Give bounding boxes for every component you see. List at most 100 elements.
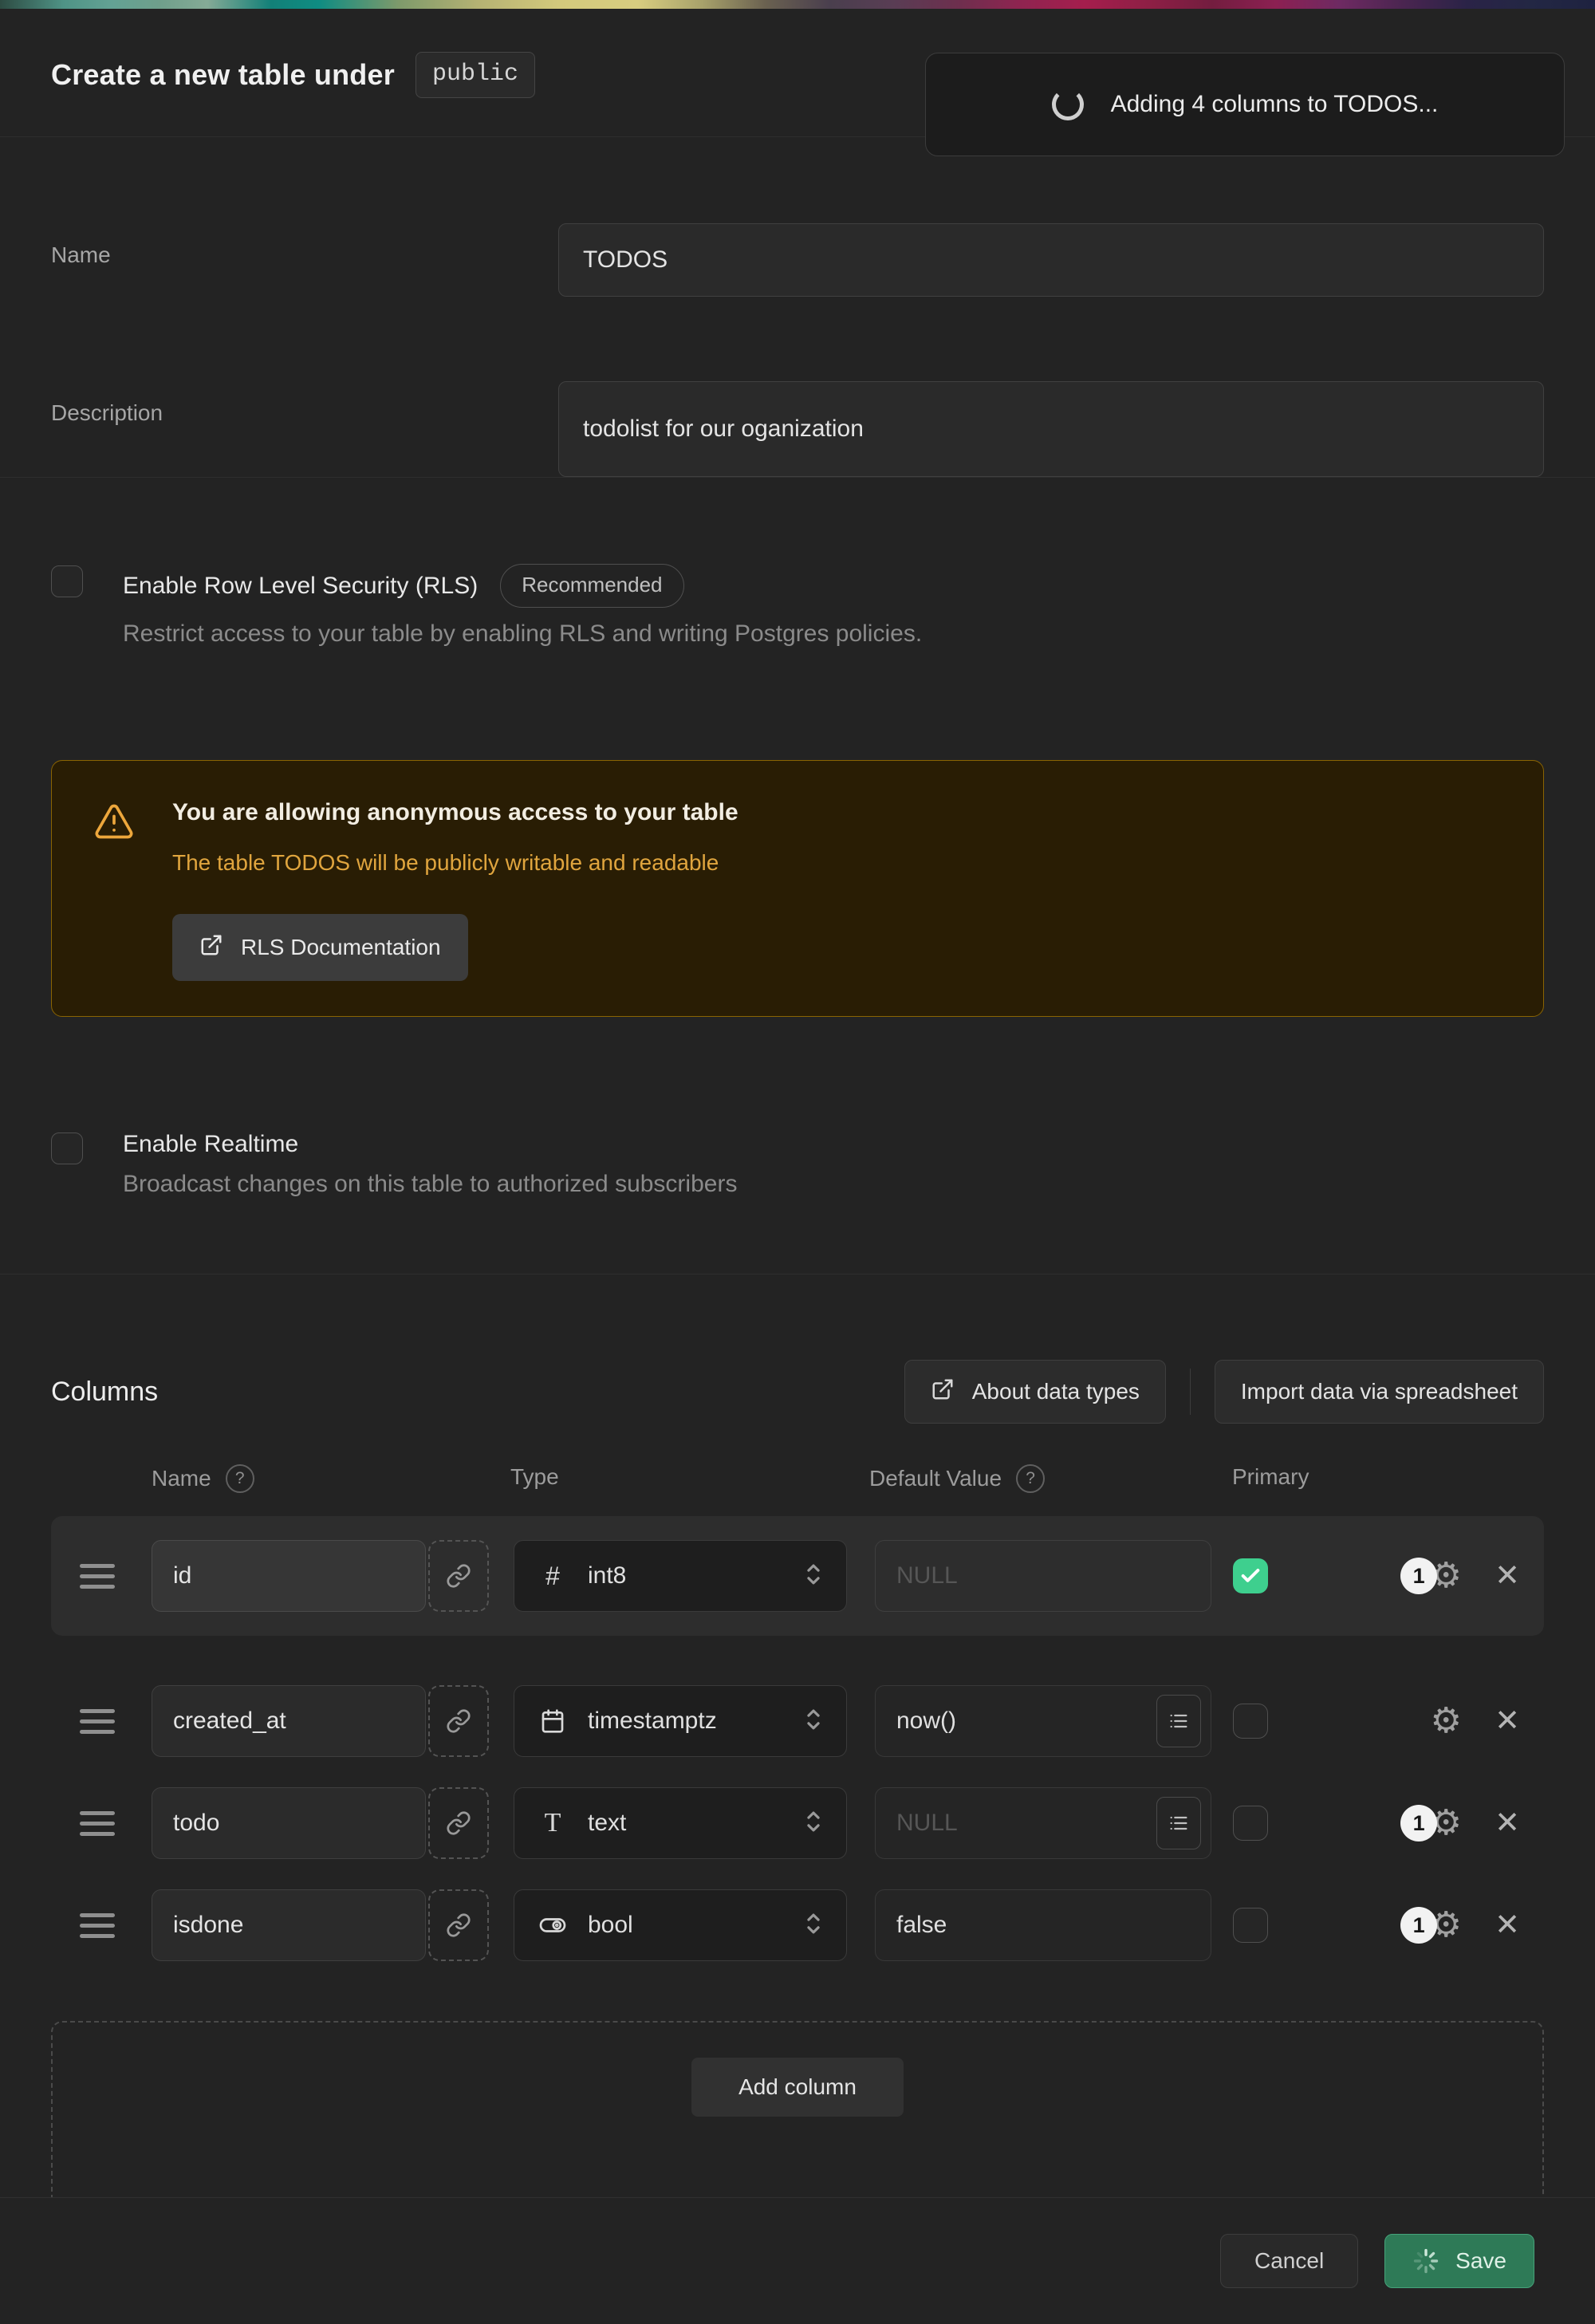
table-description-input[interactable]: [558, 381, 1544, 477]
add-column-button[interactable]: Add column: [691, 2058, 904, 2117]
remove-column-button[interactable]: ✕: [1495, 1561, 1520, 1591]
drag-handle-icon[interactable]: [80, 1913, 115, 1938]
external-link-icon: [931, 1377, 955, 1407]
realtime-description: Broadcast changes on this table to autho…: [123, 1171, 737, 1198]
calendar-icon: [535, 1708, 570, 1734]
realtime-body: Enable Realtime Broadcast changes on thi…: [123, 1131, 737, 1198]
column-type-label: bool: [588, 1912, 633, 1939]
schema-badge: public: [415, 52, 535, 98]
foreign-key-link-icon[interactable]: [428, 1889, 489, 1961]
remove-column-button[interactable]: ✕: [1495, 1706, 1520, 1736]
name-label: Name: [51, 223, 558, 297]
column-name-input[interactable]: [152, 1540, 426, 1612]
remove-column-button[interactable]: ✕: [1495, 1910, 1520, 1940]
default-value-field: [875, 1787, 1211, 1859]
decorative-gradient-bar: [0, 0, 1595, 9]
button-separator: [1190, 1369, 1191, 1415]
column-type-label: int8: [588, 1562, 626, 1589]
warning-body: You are allowing anonymous access to you…: [172, 799, 738, 981]
column-settings-button[interactable]: ⚙ 1: [1428, 1907, 1464, 1944]
column-type-select[interactable]: bool: [514, 1889, 847, 1961]
column-type-select[interactable]: T text: [514, 1787, 847, 1859]
description-label: Description: [51, 381, 558, 477]
toggle-icon: [535, 1911, 570, 1940]
progress-toast: Adding 4 columns to TODOS...: [925, 53, 1565, 156]
default-value-input[interactable]: [896, 1562, 1201, 1589]
realtime-label: Enable Realtime: [123, 1131, 298, 1158]
rls-documentation-button[interactable]: RLS Documentation: [172, 914, 468, 981]
name-row: Name: [51, 223, 1544, 297]
panel-footer: Cancel Save: [0, 2197, 1595, 2324]
column-row-todo: T text: [51, 1787, 1544, 1859]
anonymous-access-warning: You are allowing anonymous access to you…: [51, 760, 1544, 1017]
default-value-input[interactable]: [896, 1708, 1156, 1735]
column-row-isdone: bool ⚙ 1 ✕: [51, 1889, 1544, 1961]
foreign-key-link-icon[interactable]: [428, 1787, 489, 1859]
about-data-types-label: About data types: [972, 1379, 1140, 1404]
drag-handle-icon[interactable]: [80, 1709, 115, 1734]
about-data-types-button[interactable]: About data types: [904, 1360, 1166, 1424]
column-name-input[interactable]: [152, 1889, 426, 1961]
column-type-label: text: [588, 1810, 626, 1837]
cancel-button[interactable]: Cancel: [1220, 2234, 1358, 2288]
toast-message: Adding 4 columns to TODOS...: [1111, 91, 1439, 118]
description-row: Description: [51, 381, 1544, 477]
warning-subtitle: The table TODOS will be publicly writabl…: [172, 850, 738, 876]
help-icon[interactable]: ?: [1016, 1464, 1045, 1493]
warning-title: You are allowing anonymous access to you…: [172, 799, 738, 826]
rls-row: Enable Row Level Security (RLS) Recommen…: [51, 564, 1544, 648]
header-default-value: Default Value ?: [869, 1464, 1045, 1493]
column-rows: # int8: [51, 1516, 1544, 1961]
column-name-input[interactable]: [152, 1685, 426, 1757]
columns-head: Columns About data types Import data via…: [51, 1360, 1544, 1424]
header-name-label: Name: [152, 1466, 211, 1491]
rls-title-row: Enable Row Level Security (RLS) Recommen…: [123, 564, 922, 608]
rls-checkbox[interactable]: [51, 565, 83, 597]
column-row-id: # int8: [51, 1540, 1544, 1612]
column-name-input[interactable]: [152, 1787, 426, 1859]
table-name-input[interactable]: [558, 223, 1544, 297]
column-settings-button[interactable]: ⚙ 1: [1428, 1805, 1464, 1841]
header-default-label: Default Value: [869, 1466, 1002, 1491]
rls-documentation-label: RLS Documentation: [241, 935, 441, 960]
remove-column-button[interactable]: ✕: [1495, 1808, 1520, 1838]
realtime-checkbox[interactable]: [51, 1132, 83, 1164]
settings-count-badge: 1: [1400, 1805, 1437, 1841]
create-table-panel: Create a new table under public Adding 4…: [0, 0, 1595, 2324]
import-spreadsheet-button[interactable]: Import data via spreadsheet: [1215, 1360, 1544, 1424]
panel-header: Create a new table under public Adding 4…: [0, 9, 1595, 137]
save-button[interactable]: Save: [1384, 2234, 1534, 2288]
foreign-key-link-icon[interactable]: [428, 1685, 489, 1757]
text-type-icon: T: [535, 1808, 570, 1838]
header-type-label: Type: [510, 1464, 559, 1490]
primary-key-checkbox[interactable]: [1233, 1806, 1268, 1841]
toggles-section: Enable Row Level Security (RLS) Recommen…: [0, 478, 1595, 1274]
foreign-key-link-icon[interactable]: [428, 1540, 489, 1612]
column-settings-button[interactable]: ⚙ 1: [1428, 1558, 1464, 1594]
realtime-title-row: Enable Realtime: [123, 1131, 737, 1158]
header-primary: Primary: [1232, 1464, 1309, 1490]
title-wrap: Create a new table under public: [51, 52, 535, 98]
column-settings-button[interactable]: ⚙: [1428, 1703, 1464, 1739]
columns-section: Columns About data types Import data via…: [0, 1274, 1595, 2197]
default-value-input[interactable]: [896, 1810, 1156, 1837]
default-value-menu-button[interactable]: [1156, 1695, 1201, 1747]
realtime-row: Enable Realtime Broadcast changes on thi…: [51, 1131, 1544, 1198]
primary-key-checkbox[interactable]: [1233, 1908, 1268, 1943]
drag-handle-icon[interactable]: [80, 1811, 115, 1836]
column-type-select[interactable]: # int8: [514, 1540, 847, 1612]
chevron-sort-icon: [801, 1808, 825, 1839]
default-value-input[interactable]: [896, 1912, 1201, 1939]
drag-handle-icon[interactable]: [80, 1564, 115, 1589]
warning-triangle-icon: [93, 801, 135, 846]
default-value-field: [875, 1540, 1211, 1612]
primary-key-checkbox[interactable]: [1233, 1704, 1268, 1739]
rls-body: Enable Row Level Security (RLS) Recommen…: [123, 564, 922, 648]
help-icon[interactable]: ?: [226, 1464, 254, 1493]
header-primary-label: Primary: [1232, 1464, 1309, 1490]
column-type-label: timestamptz: [588, 1708, 717, 1735]
column-type-select[interactable]: timestamptz: [514, 1685, 847, 1757]
primary-key-checkbox-checked[interactable]: [1233, 1558, 1268, 1593]
external-link-icon: [199, 933, 223, 963]
default-value-menu-button[interactable]: [1156, 1797, 1201, 1849]
